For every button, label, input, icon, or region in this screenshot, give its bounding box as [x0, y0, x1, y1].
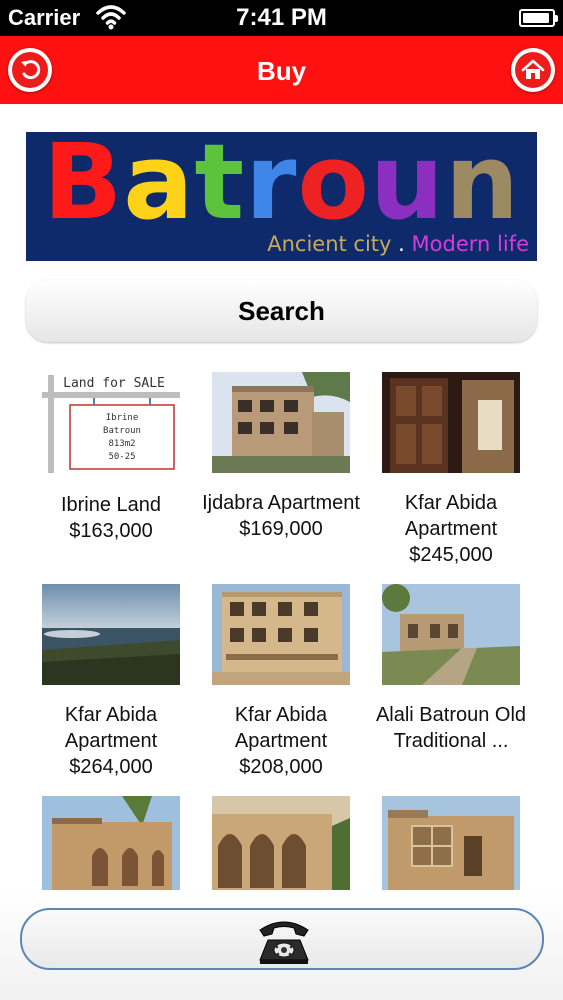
traditional-house-photo	[382, 796, 520, 892]
banner-title-letter: r	[245, 132, 298, 243]
land-sign-line: 50-25	[108, 452, 135, 462]
banner-title-letter: o	[297, 132, 370, 243]
listing-item[interactable]: Kfar Abida Apartment $245,000	[366, 372, 536, 572]
land-sign-line: Ibrine	[106, 413, 139, 423]
listing-name: Alali Batroun Old Traditional ...	[375, 704, 527, 752]
listing-thumbnail	[212, 372, 350, 473]
home-icon	[521, 59, 545, 79]
arched-building-photo	[212, 796, 350, 892]
banner-title-letter: u	[369, 132, 445, 243]
listing-thumbnail	[42, 796, 180, 892]
listing-item[interactable]: Kfar Abida Apartment $264,000	[26, 584, 196, 784]
listing-name: Ijdabra Apartment	[202, 492, 360, 514]
tagline-part2: Modern life	[411, 232, 529, 256]
old-house-photo	[382, 584, 520, 685]
search-button-label: Search	[238, 295, 325, 326]
home-button-face	[515, 52, 551, 88]
listing-thumbnail	[212, 796, 350, 892]
apartment-photo	[212, 372, 350, 473]
listing-thumbnail	[382, 796, 520, 892]
tagline-separator: .	[398, 232, 405, 256]
listing-price: $245,000	[409, 544, 493, 566]
search-button[interactable]: Search	[26, 280, 537, 342]
listings-grid: Land for SALE Ibrine Batroun 813m2 50-25…	[26, 372, 537, 892]
banner-tagline: Ancient city . Modern life	[267, 232, 529, 256]
listing-item[interactable]: Land for SALE Ibrine Batroun 813m2 50-25…	[26, 372, 196, 572]
listing-name: Ibrine Land	[60, 494, 162, 516]
sea-view-photo	[42, 584, 180, 685]
land-sign-line: Batroun	[103, 426, 141, 436]
stone-house-photo	[42, 796, 180, 892]
banner-title: Batroun	[26, 132, 537, 243]
listing-thumbnail: Land for SALE Ibrine Batroun 813m2 50-25	[42, 372, 180, 473]
batroun-banner: Batroun Ancient city . Modern life	[26, 132, 537, 261]
land-sign-header: Land for SALE	[63, 376, 165, 391]
banner-title-letter: n	[444, 132, 521, 243]
listing-item[interactable]: Alali Batroun Old Traditional ...	[366, 584, 536, 784]
building-photo	[212, 584, 350, 685]
listing-thumbnail	[42, 584, 180, 685]
battery-level	[523, 13, 550, 23]
listing-item[interactable]	[366, 796, 536, 892]
status-bar: Carrier 7:41 PM	[0, 0, 563, 36]
listing-price: $169,000	[239, 518, 323, 540]
listing-thumbnail	[382, 584, 520, 685]
page-title: Buy	[256, 56, 307, 86]
listing-item[interactable]: Ijdabra Apartment $169,000	[196, 372, 366, 572]
land-sign-line: 813m2	[108, 439, 135, 449]
call-button[interactable]	[20, 908, 544, 970]
listing-item[interactable]	[26, 796, 196, 892]
battery-icon	[519, 9, 558, 27]
bottom-bar	[0, 890, 563, 1000]
nav-bar: Buy	[0, 36, 563, 104]
listing-name: Kfar Abida Apartment	[64, 704, 158, 752]
banner-title-letter: B	[42, 132, 124, 243]
banner-title-letter: t	[194, 132, 246, 243]
listing-name: Kfar Abida Apartment	[404, 492, 498, 540]
listing-thumbnail	[382, 372, 520, 473]
home-button[interactable]	[511, 48, 555, 92]
listing-thumbnail	[212, 584, 350, 685]
land-sign-image: Land for SALE Ibrine Batroun 813m2 50-25	[42, 372, 180, 473]
telephone-icon	[259, 921, 309, 964]
banner-title-letter: a	[123, 132, 195, 243]
interior-photo	[382, 372, 520, 473]
tagline-part1: Ancient city	[267, 232, 392, 256]
listing-item[interactable]: Kfar Abida Apartment $208,000	[196, 584, 366, 784]
listing-name: Kfar Abida Apartment	[234, 704, 328, 752]
clock: 7:41 PM	[236, 4, 327, 31]
listing-price: $163,000	[69, 520, 153, 542]
listing-price: $208,000	[239, 756, 323, 778]
listing-item[interactable]	[196, 796, 366, 892]
listing-price: $264,000	[69, 756, 153, 778]
